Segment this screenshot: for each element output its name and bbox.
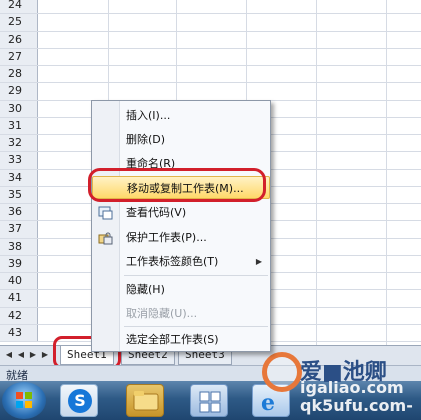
row-header[interactable]: 36 <box>0 204 38 221</box>
row-header[interactable]: 26 <box>0 31 38 48</box>
windows-logo-icon <box>16 392 32 408</box>
sogou-browser-taskbar-button[interactable]: S <box>60 384 98 417</box>
menu-item-view-code[interactable]: 查看代码(V) <box>92 201 270 224</box>
watermark-site-text: igaliao.com <box>300 378 404 397</box>
view-code-icon <box>98 205 113 220</box>
row-header[interactable]: 32 <box>0 135 38 152</box>
menu-item-insert[interactable]: 插入(I)... <box>92 104 270 127</box>
menu-item-protect-sheet-label: 保护工作表(P)... <box>126 231 207 244</box>
sheet-tab-context-menu: 插入(I)... 删除(D) 重命名(R) 移动或复制工作表(M)... 查看代… <box>91 100 271 352</box>
row-header[interactable]: 41 <box>0 290 38 307</box>
internet-explorer-icon: e <box>261 390 275 416</box>
grid-row[interactable]: 24 <box>0 0 421 15</box>
row-header[interactable]: 24 <box>0 0 38 14</box>
first-sheet-nav-icon[interactable]: ◀ <box>4 349 14 361</box>
row-header[interactable]: 34 <box>0 169 38 186</box>
next-sheet-nav-icon[interactable]: ▶ <box>28 349 38 361</box>
last-sheet-nav-icon[interactable]: ▶ <box>40 349 50 361</box>
move-or-copy-highlight-ring <box>88 168 266 202</box>
row-header[interactable]: 29 <box>0 83 38 100</box>
control-panel-icon <box>199 391 221 413</box>
menu-item-unhide: 取消隐藏(U)... <box>126 307 198 320</box>
start-button[interactable] <box>2 382 46 419</box>
sogou-icon: S <box>68 389 92 413</box>
grid-row[interactable]: 25 <box>0 14 421 32</box>
menu-item-select-all-sheets[interactable]: 选定全部工作表(S) <box>92 328 270 351</box>
row-header[interactable]: 33 <box>0 152 38 169</box>
row-header[interactable]: 30 <box>0 100 38 117</box>
watermark-logo-ring <box>262 352 302 392</box>
row-header[interactable]: 42 <box>0 307 38 324</box>
protect-sheet-icon <box>98 230 113 245</box>
menu-item-tab-color-label: 工作表标签颜色(T) <box>126 255 219 268</box>
watermark-site-text-2: qk5ufu.com- <box>300 396 413 415</box>
control-panel-taskbar-button[interactable] <box>190 384 228 417</box>
grid-row[interactable]: 28 <box>0 66 421 84</box>
file-explorer-taskbar-button[interactable] <box>126 384 164 417</box>
menu-item-view-code-label: 查看代码(V) <box>126 206 187 219</box>
menu-item-tab-color[interactable]: 工作表标签颜色(T) ▶ <box>92 250 270 273</box>
menu-separator-2 <box>124 326 268 327</box>
row-header[interactable]: 25 <box>0 14 38 31</box>
grid-row[interactable]: 29 <box>0 83 421 101</box>
column-gridline <box>386 0 387 345</box>
grid-row[interactable]: 26 <box>0 31 421 49</box>
menu-item-protect-sheet[interactable]: 保护工作表(P)... <box>92 226 270 249</box>
column-gridline <box>316 0 317 345</box>
row-header[interactable]: 28 <box>0 66 38 83</box>
row-header[interactable]: 43 <box>0 324 38 341</box>
row-header[interactable]: 31 <box>0 117 38 134</box>
menu-item-hide[interactable]: 隐藏(H) <box>92 278 270 301</box>
folder-icon <box>133 391 159 411</box>
grid-row[interactable]: 27 <box>0 48 421 66</box>
menu-separator <box>124 275 268 276</box>
row-header[interactable]: 40 <box>0 273 38 290</box>
row-header[interactable]: 38 <box>0 238 38 255</box>
row-header[interactable]: 39 <box>0 255 38 272</box>
row-header[interactable]: 37 <box>0 221 38 238</box>
row-header[interactable]: 35 <box>0 186 38 203</box>
submenu-arrow-icon: ▶ <box>255 257 262 266</box>
row-header[interactable]: 27 <box>0 48 38 65</box>
menu-item-delete[interactable]: 删除(D) <box>92 128 270 151</box>
prev-sheet-nav-icon[interactable]: ◀ <box>16 349 26 361</box>
